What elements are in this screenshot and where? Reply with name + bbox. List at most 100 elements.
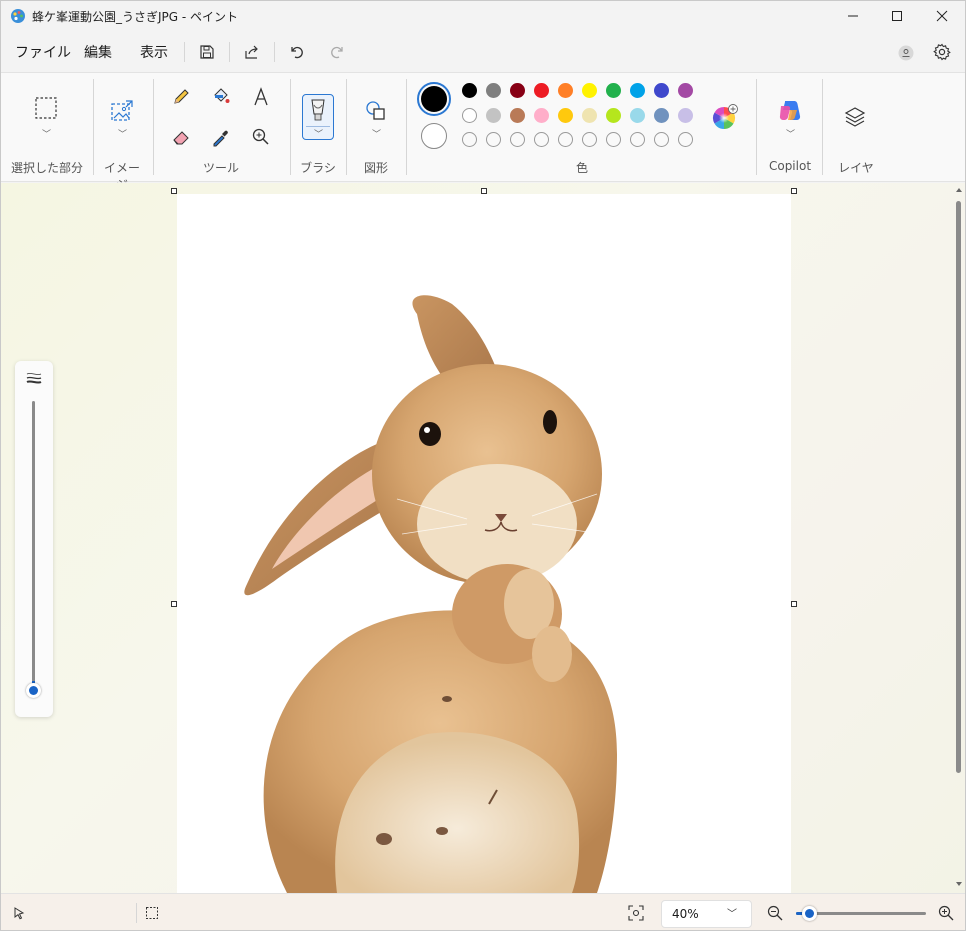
image-tool-icon[interactable] <box>108 97 136 125</box>
brush-button[interactable]: ﹀ <box>302 94 334 140</box>
layers-icon[interactable] <box>841 103 869 131</box>
color-swatch-r2-0[interactable] <box>462 108 477 123</box>
resize-handle[interactable] <box>791 601 797 607</box>
color-swatch-r3-3[interactable] <box>534 132 549 147</box>
brush-size-slider-panel <box>15 361 53 717</box>
color-swatch-r1-0[interactable] <box>462 83 477 98</box>
chevron-down-icon[interactable]: ﹀ <box>118 127 127 140</box>
color-picker-icon[interactable] <box>207 123 235 151</box>
color-swatch-r1-8[interactable] <box>654 83 669 98</box>
color-swatch-r1-2[interactable] <box>510 83 525 98</box>
chevron-down-icon[interactable]: ﹀ <box>314 127 323 140</box>
status-divider <box>136 903 137 923</box>
vertical-scrollbar[interactable] <box>954 183 964 893</box>
color-swatch-r2-9[interactable] <box>678 108 693 123</box>
ribbon-divider <box>346 79 347 175</box>
primary-color-ring[interactable] <box>417 82 451 116</box>
scroll-down-icon[interactable] <box>954 879 964 889</box>
color-swatch-r1-4[interactable] <box>558 83 573 98</box>
ribbon-toolbar: ﹀ 選択した部分 ﹀ イメージ ツール <box>1 72 965 192</box>
resize-handle[interactable] <box>171 601 177 607</box>
zoom-level-dropdown[interactable]: 40% ﹀ <box>661 900 752 928</box>
eraser-icon[interactable] <box>167 123 195 151</box>
color-swatch-r1-9[interactable] <box>678 83 693 98</box>
undo-icon[interactable] <box>286 41 308 63</box>
color-swatch-r1-1[interactable] <box>486 83 501 98</box>
color-swatch-r3-5[interactable] <box>582 132 597 147</box>
chevron-down-icon[interactable]: ﹀ <box>786 127 795 140</box>
ribbon-divider <box>822 79 823 175</box>
color-swatch-r2-4[interactable] <box>558 108 573 123</box>
primary-color[interactable] <box>421 86 447 112</box>
zoom-out-icon[interactable] <box>767 905 783 921</box>
copilot-icon[interactable] <box>776 97 804 125</box>
fill-icon[interactable] <box>207 83 235 111</box>
scrollbar-thumb[interactable] <box>956 201 961 773</box>
account-icon[interactable] <box>895 42 917 64</box>
shapes-icon[interactable] <box>362 97 390 125</box>
color-swatch-r3-7[interactable] <box>630 132 645 147</box>
zoom-slider-track[interactable] <box>796 906 926 921</box>
zoom-slider-thumb[interactable] <box>801 906 817 921</box>
color-swatch-r2-8[interactable] <box>654 108 669 123</box>
chevron-down-icon: ﹀ <box>727 909 737 920</box>
color-swatch-r3-4[interactable] <box>558 132 573 147</box>
group-label-copilot: Copilot <box>768 159 812 173</box>
slider-track[interactable] <box>32 401 35 691</box>
color-swatch-r1-7[interactable] <box>630 83 645 98</box>
ribbon-divider <box>290 79 291 175</box>
edit-colors-icon[interactable] <box>711 103 739 131</box>
menu-edit[interactable]: 編集 <box>84 42 112 62</box>
save-icon[interactable] <box>196 41 218 63</box>
color-swatch-r3-6[interactable] <box>606 132 621 147</box>
resize-handle[interactable] <box>171 188 177 194</box>
color-swatch-r1-6[interactable] <box>606 83 621 98</box>
ribbon-divider <box>406 79 407 175</box>
color-swatch-r3-9[interactable] <box>678 132 693 147</box>
text-icon[interactable] <box>247 83 275 111</box>
menu-view[interactable]: 表示 <box>140 42 168 62</box>
minimize-button[interactable] <box>830 1 876 31</box>
menu-bar: ファイル 編集 表示 <box>1 33 965 71</box>
maximize-button[interactable] <box>874 1 920 31</box>
ribbon-divider <box>93 79 94 175</box>
menu-file[interactable]: ファイル <box>15 42 71 62</box>
resize-handle[interactable] <box>791 188 797 194</box>
color-swatch-r1-5[interactable] <box>582 83 597 98</box>
color-swatch-r2-6[interactable] <box>606 108 621 123</box>
selection-tool[interactable] <box>32 94 60 122</box>
color-swatch-r3-2[interactable] <box>510 132 525 147</box>
redo-icon[interactable] <box>326 41 348 63</box>
brush-icon <box>311 99 325 121</box>
scroll-up-icon[interactable] <box>954 185 964 195</box>
fit-to-window-icon[interactable] <box>628 905 644 921</box>
window-title: 蜂ケ峯運動公園_うさぎJPG - ペイント <box>32 10 239 24</box>
paint-window: 蜂ケ峯運動公園_うさぎJPG - ペイント ファイル 編集 表示 ﹀ 選択した部… <box>0 0 966 931</box>
pencil-icon[interactable] <box>167 83 195 111</box>
secondary-color[interactable] <box>421 123 447 149</box>
paint-app-icon <box>10 8 26 24</box>
menu-divider <box>274 42 275 62</box>
resize-handle[interactable] <box>481 188 487 194</box>
status-bar: 40% ﹀ <box>1 893 965 930</box>
magnifier-icon[interactable] <box>247 123 275 151</box>
drawing-canvas[interactable] <box>177 194 791 893</box>
chevron-down-icon[interactable]: ﹀ <box>42 127 51 140</box>
color-swatch-r2-7[interactable] <box>630 108 645 123</box>
share-icon[interactable] <box>241 41 263 63</box>
color-swatch-r2-1[interactable] <box>486 108 501 123</box>
color-swatch-r2-2[interactable] <box>510 108 525 123</box>
group-label-shapes: 図形 <box>363 161 388 175</box>
color-swatch-r2-5[interactable] <box>582 108 597 123</box>
close-button[interactable] <box>919 1 965 31</box>
slider-thumb[interactable] <box>26 683 41 698</box>
color-swatch-r3-8[interactable] <box>654 132 669 147</box>
color-swatch-r3-1[interactable] <box>486 132 501 147</box>
chevron-down-icon[interactable]: ﹀ <box>372 127 381 140</box>
settings-icon[interactable] <box>931 41 953 63</box>
color-swatch-r2-3[interactable] <box>534 108 549 123</box>
zoom-in-icon[interactable] <box>938 905 954 921</box>
color-swatch-r3-0[interactable] <box>462 132 477 147</box>
ribbon-divider <box>153 79 154 175</box>
color-swatch-r1-3[interactable] <box>534 83 549 98</box>
